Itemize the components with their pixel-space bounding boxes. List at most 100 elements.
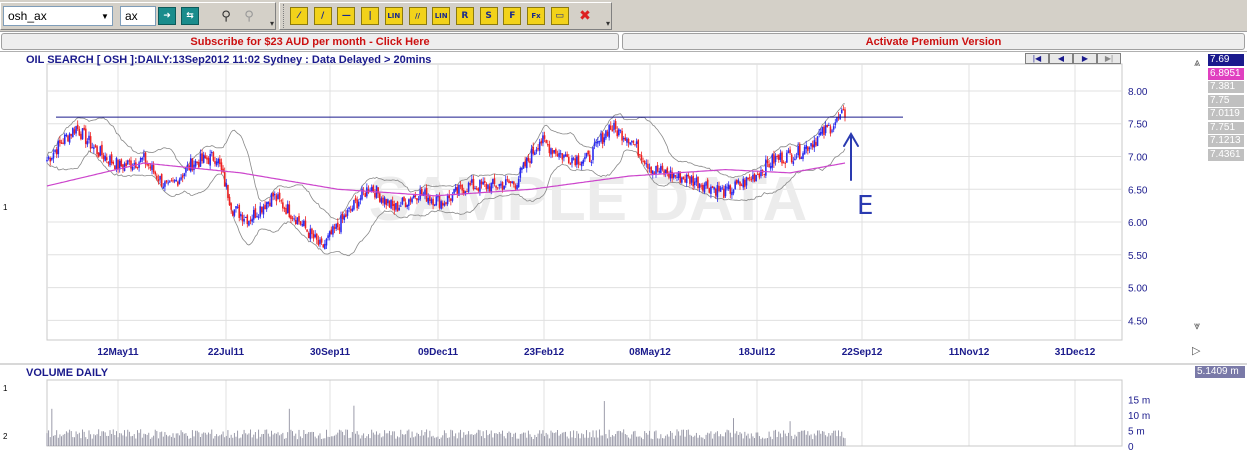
candle-body: [319, 239, 321, 245]
candle-body: [477, 188, 480, 191]
candle-body: [325, 238, 328, 246]
candle-body: [826, 125, 829, 127]
candle-body: [682, 176, 685, 180]
candle-body: [93, 147, 95, 149]
candle-body: [120, 159, 123, 167]
candle-body: [587, 150, 589, 155]
candle-body: [401, 197, 404, 205]
candle-body: [504, 179, 507, 186]
candle-body: [46, 159, 48, 162]
candle-body: [713, 187, 715, 190]
candle-body: [88, 135, 90, 141]
candle-body: [89, 136, 92, 149]
nav-next-button[interactable]: ▶: [1073, 53, 1097, 64]
candle-body: [731, 191, 733, 196]
candle-body: [472, 178, 475, 190]
candle-body: [574, 158, 577, 166]
candle-body: [529, 160, 531, 164]
candle-body: [241, 214, 244, 222]
candle-body: [540, 140, 543, 144]
candle-body: [635, 141, 638, 145]
candle-body: [466, 191, 468, 193]
candle-body: [336, 222, 339, 228]
candle-body: [626, 138, 628, 143]
candle-body: [781, 152, 783, 164]
candle-body: [146, 164, 148, 166]
candle-body: [399, 205, 402, 207]
candle-body: [236, 206, 239, 208]
candle-body: [777, 155, 780, 160]
candle-body: [353, 200, 355, 210]
candle-body: [412, 195, 415, 199]
candle-body: [779, 153, 782, 160]
candle-body: [676, 176, 678, 178]
candle-body: [262, 206, 265, 215]
candle-body: [516, 185, 518, 190]
candle-body: [374, 193, 376, 198]
nav-last-button[interactable]: ▶|: [1097, 53, 1121, 64]
candle-body: [441, 202, 444, 206]
annotation-arrow: [843, 132, 859, 181]
candle-body: [534, 152, 536, 155]
candle-body: [196, 161, 199, 163]
nav-prev-button[interactable]: ◀: [1049, 53, 1073, 64]
candle-body: [219, 158, 221, 165]
candle-body: [383, 197, 386, 205]
candle-body: [723, 188, 725, 198]
candle-body: [479, 179, 481, 192]
candle-body: [393, 204, 396, 211]
candle-body: [306, 229, 308, 232]
scroll-right-icon: ▷: [1192, 345, 1201, 357]
volume-tag: 5.1409 m: [1195, 366, 1245, 378]
candle-body: [753, 173, 756, 182]
nav-first-button[interactable]: |◀: [1025, 53, 1049, 64]
candle-body: [446, 195, 449, 205]
candle-body: [259, 206, 262, 217]
candle-body: [563, 155, 565, 158]
candle-body: [168, 181, 171, 183]
candle-body: [249, 219, 252, 222]
candle-body: [527, 157, 530, 161]
candle-body: [165, 180, 168, 183]
candle-body: [105, 157, 108, 161]
candle-body: [732, 189, 735, 194]
candle-body: [181, 175, 184, 178]
candle-body: [561, 153, 564, 160]
candle-body: [151, 164, 153, 171]
candle-body: [101, 144, 103, 156]
candle-body: [298, 216, 300, 222]
candle-body: [593, 142, 596, 146]
candle-body: [513, 181, 515, 185]
candle-body: [647, 163, 649, 169]
candle-body: [797, 146, 799, 156]
candle-body: [52, 152, 55, 159]
candle-body: [698, 183, 701, 188]
chart-canvas[interactable]: 12May11 22Jul11 30Sep11 09Dec11 23Feb12 08May…: [0, 0, 1247, 459]
candle-body: [112, 161, 115, 165]
candle-body: [480, 181, 483, 185]
candle-body: [128, 160, 131, 162]
x-tick-label: 22Sep12: [842, 347, 883, 358]
candle-body: [167, 182, 169, 184]
candle-body: [309, 228, 312, 240]
candle-body: [296, 217, 299, 225]
candle-body: [724, 185, 727, 197]
candle-body: [692, 175, 694, 187]
candle-body: [624, 137, 627, 141]
candle-body: [672, 173, 675, 179]
candle-body: [517, 178, 520, 187]
candle-body: [445, 202, 447, 205]
candle-body: [684, 179, 686, 183]
candle-body: [726, 187, 728, 189]
candle-body: [524, 161, 526, 167]
candle-body: [834, 122, 837, 126]
candle-body: [459, 185, 462, 187]
candle-body: [776, 155, 778, 157]
candle-body: [768, 163, 770, 168]
candle-body: [469, 183, 472, 185]
candle-body: [125, 163, 127, 166]
candle-body: [703, 184, 706, 193]
candle-body: [435, 196, 438, 205]
candle-body: [54, 150, 56, 152]
candle-body: [430, 199, 433, 204]
